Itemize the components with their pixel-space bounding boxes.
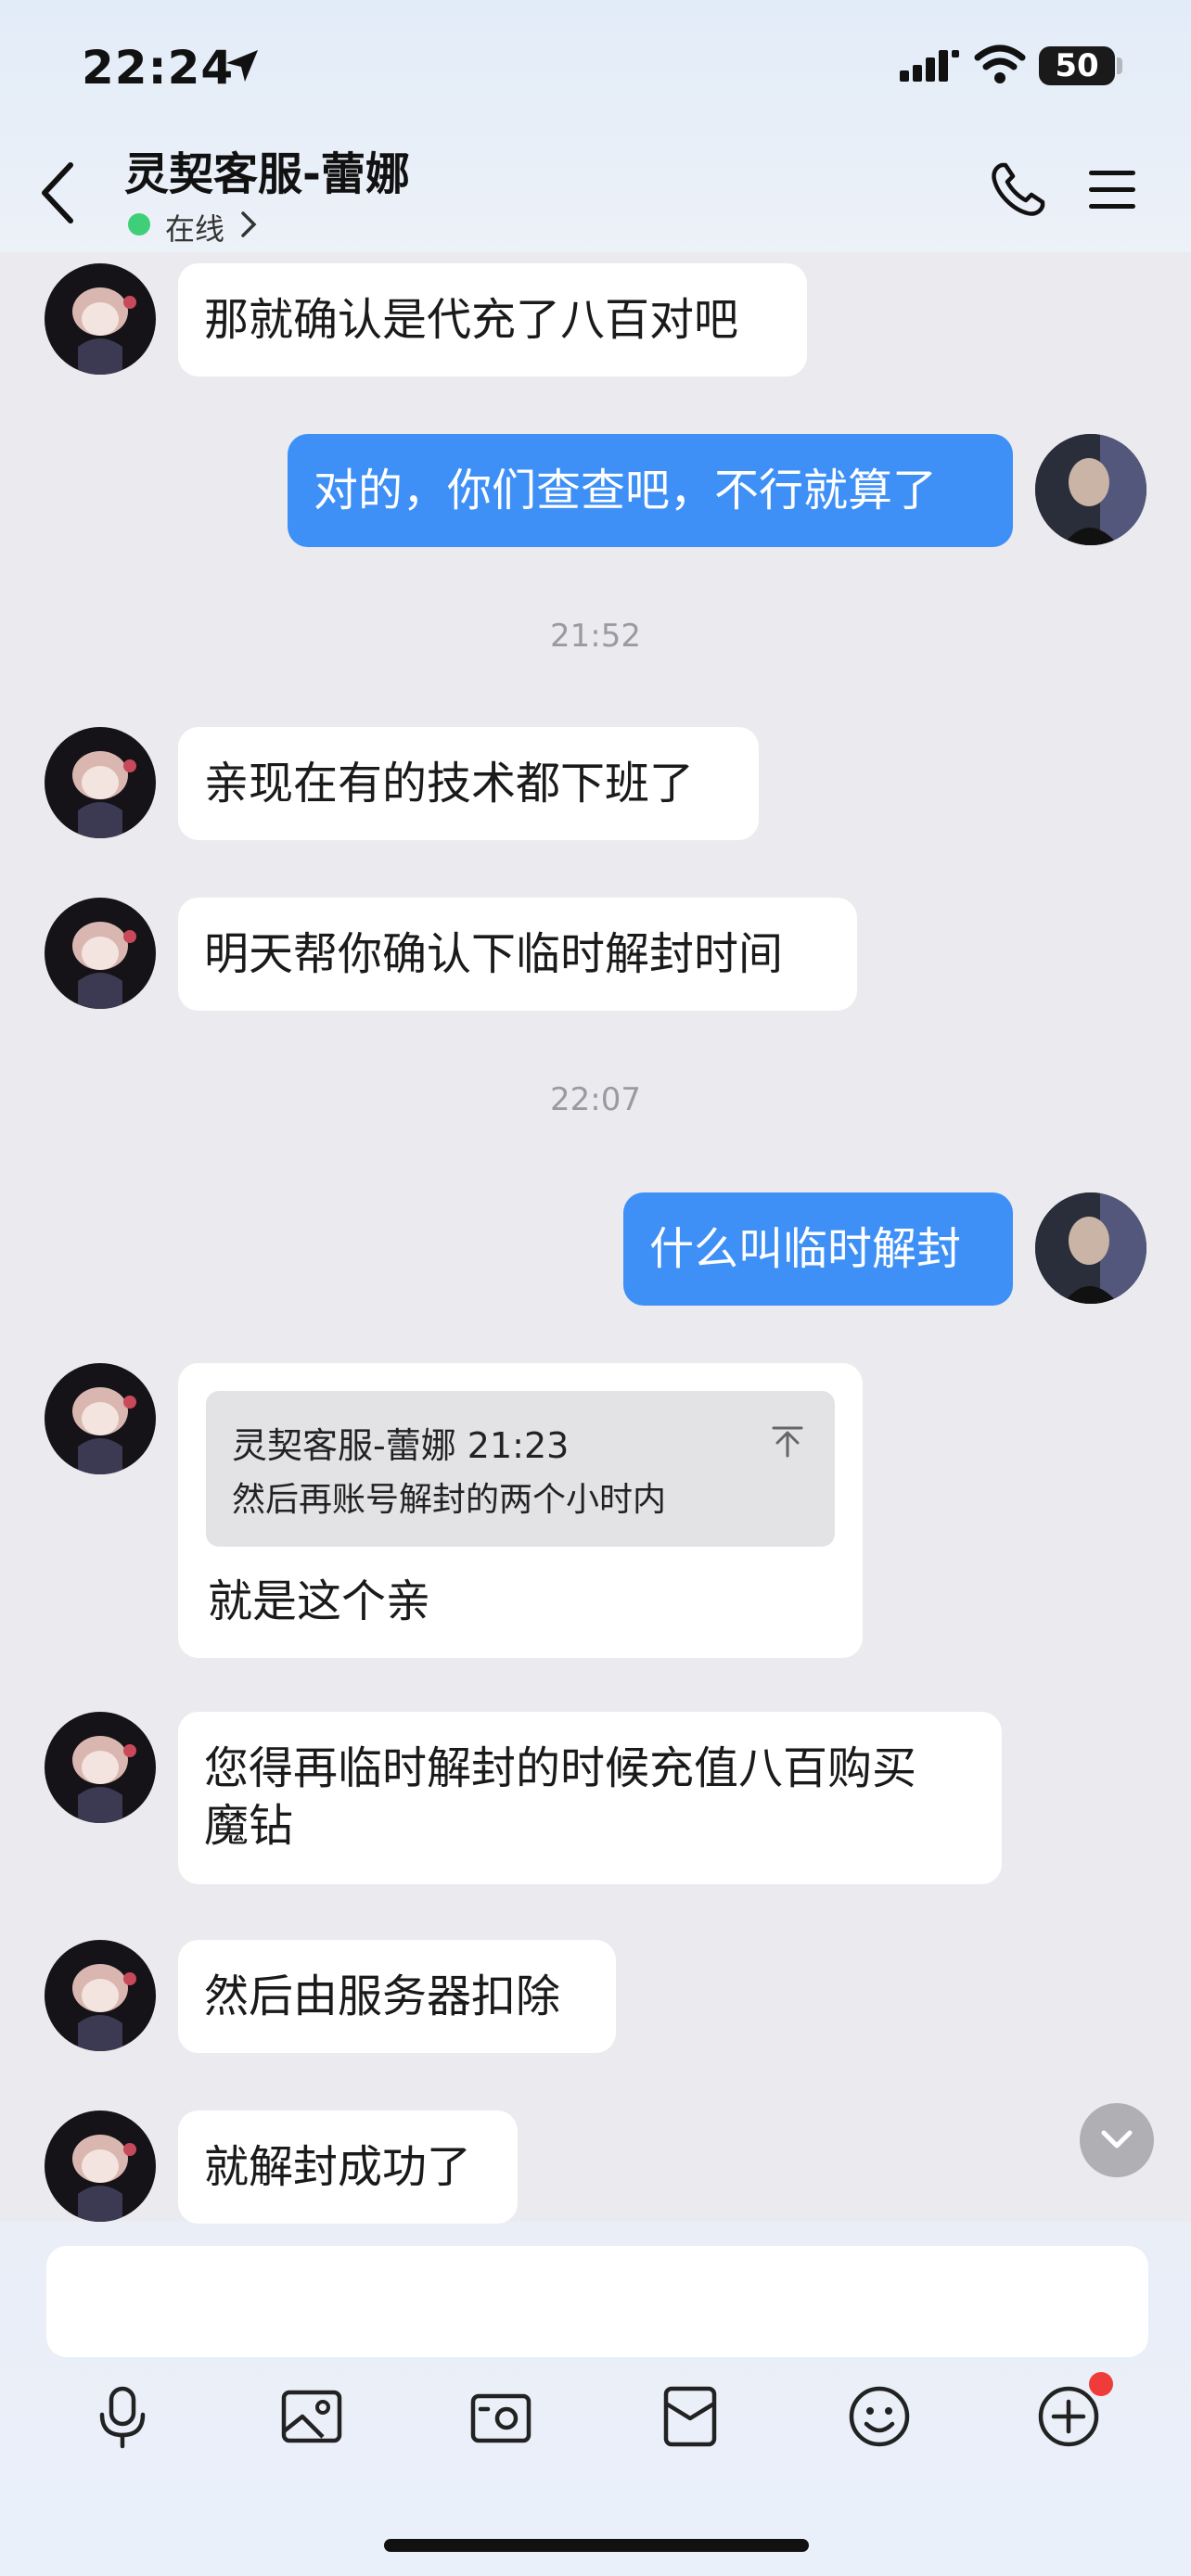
agent-avatar[interactable] bbox=[45, 727, 156, 838]
location-arrow-icon bbox=[226, 50, 258, 82]
incoming-message[interactable]: 就解封成功了 bbox=[178, 2111, 518, 2224]
plus-icon[interactable] bbox=[1035, 2383, 1102, 2450]
online-status-dot bbox=[128, 213, 150, 236]
anime-avatar-icon bbox=[72, 2135, 136, 2222]
message-input[interactable] bbox=[46, 2246, 1148, 2357]
agent-avatar[interactable] bbox=[45, 263, 156, 375]
incoming-message[interactable]: 亲现在有的技术都下班了 bbox=[178, 727, 759, 840]
jump-to-quote-icon[interactable] bbox=[770, 1424, 805, 1460]
outgoing-message[interactable]: 什么叫临时解封 bbox=[623, 1192, 1013, 1306]
status-time: 22:24 bbox=[82, 41, 235, 95]
quote-text: 然后再账号解封的两个小时内 bbox=[232, 1481, 667, 1519]
incoming-message[interactable]: 那就确认是代充了八百对吧 bbox=[178, 263, 807, 376]
anime-avatar-icon bbox=[72, 1736, 136, 1823]
home-indicator bbox=[384, 2539, 809, 2552]
agent-avatar[interactable] bbox=[45, 1940, 156, 2051]
user-photo-icon bbox=[1035, 434, 1146, 545]
cellular-signal-icon bbox=[900, 50, 959, 82]
agent-avatar[interactable] bbox=[45, 1712, 156, 1823]
chevron-down-icon bbox=[1101, 2130, 1133, 2149]
wifi-icon bbox=[974, 45, 1026, 83]
anime-avatar-icon bbox=[72, 1387, 136, 1474]
agent-avatar[interactable] bbox=[45, 2111, 156, 2222]
quote-header: 灵契客服-蕾娜 21:23 bbox=[232, 1425, 570, 1466]
menu-icon[interactable] bbox=[1087, 167, 1137, 213]
back-chevron-icon[interactable] bbox=[37, 159, 78, 226]
anime-avatar-icon bbox=[72, 287, 136, 375]
incoming-message[interactable]: 您得再临时解封的时候充值八百购买 魔钻 bbox=[178, 1712, 1002, 1884]
incoming-message[interactable]: 明天帮你确认下临时解封时间 bbox=[178, 898, 857, 1011]
online-status-label[interactable]: 在线 bbox=[165, 206, 224, 249]
agent-avatar[interactable] bbox=[45, 898, 156, 1009]
anime-avatar-icon bbox=[72, 1964, 136, 2051]
scroll-to-bottom-button[interactable] bbox=[1080, 2103, 1154, 2177]
outgoing-message[interactable]: 对的，你们查查吧，不行就算了 bbox=[288, 434, 1013, 547]
agent-avatar[interactable] bbox=[45, 1363, 156, 1474]
user-photo-icon bbox=[1035, 1192, 1146, 1304]
camera-icon[interactable] bbox=[467, 2383, 534, 2450]
timestamp: 21:52 bbox=[550, 618, 641, 655]
phone-call-icon[interactable] bbox=[989, 159, 1048, 219]
red-packet-icon[interactable] bbox=[657, 2383, 724, 2450]
emoji-icon[interactable] bbox=[846, 2383, 913, 2450]
image-icon[interactable] bbox=[278, 2383, 345, 2450]
battery-tip bbox=[1117, 57, 1122, 74]
notification-badge bbox=[1089, 2372, 1113, 2396]
my-avatar[interactable] bbox=[1035, 434, 1146, 545]
incoming-message[interactable]: 然后由服务器扣除 bbox=[178, 1940, 616, 2053]
message-line: 魔钻 bbox=[204, 1800, 294, 1852]
timestamp: 22:07 bbox=[550, 1081, 641, 1118]
quoted-message-card[interactable] bbox=[206, 1391, 835, 1547]
anime-avatar-icon bbox=[72, 922, 136, 1009]
anime-avatar-icon bbox=[72, 751, 136, 838]
incoming-message-text: 就是这个亲 bbox=[208, 1575, 431, 1627]
my-avatar[interactable] bbox=[1035, 1192, 1146, 1304]
battery-indicator: 50 bbox=[1039, 46, 1115, 85]
chat-title[interactable]: 灵契客服-蕾娜 bbox=[124, 137, 410, 202]
chevron-right-icon[interactable] bbox=[239, 210, 258, 239]
message-line: 您得再临时解封的时候充值八百购买 bbox=[204, 1742, 917, 1794]
microphone-icon[interactable] bbox=[89, 2383, 156, 2450]
